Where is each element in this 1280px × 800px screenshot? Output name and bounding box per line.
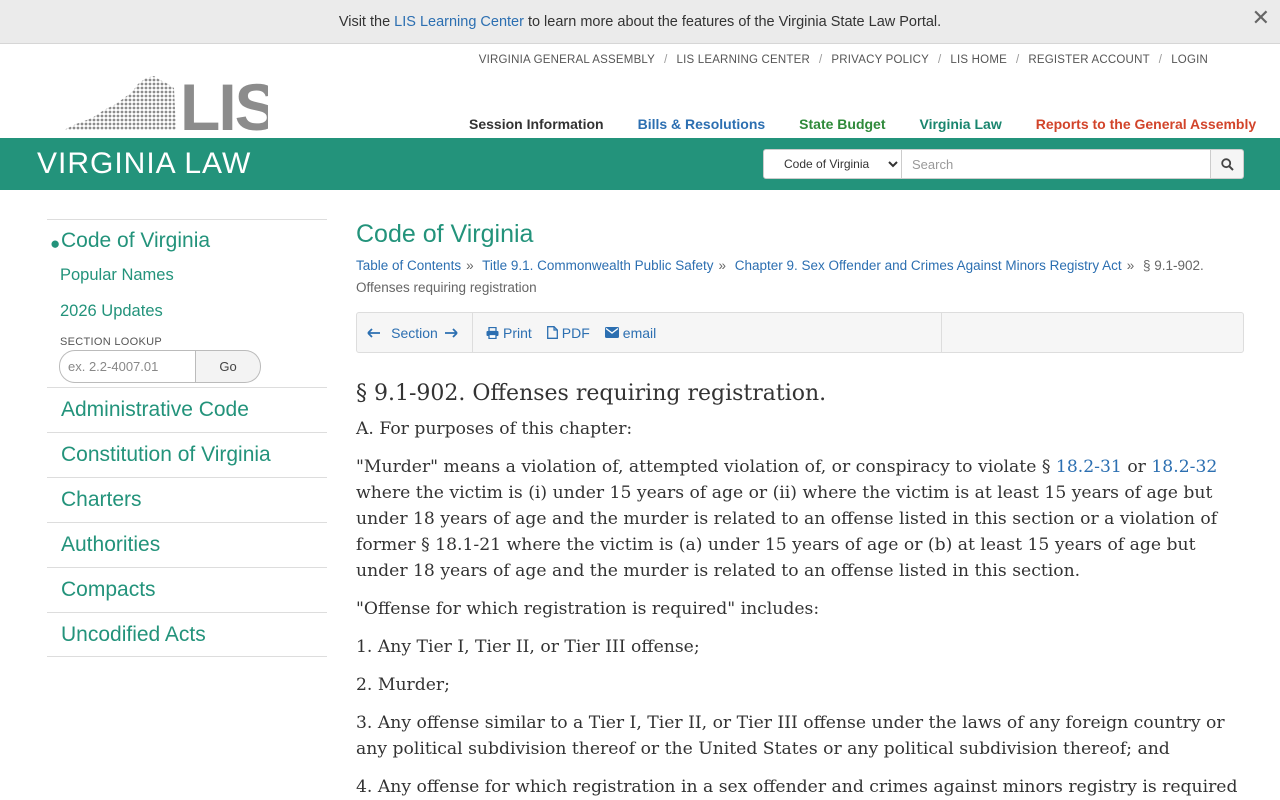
print-icon: [486, 326, 499, 339]
section-title: VIRGINIA LAW: [37, 147, 252, 180]
section-nav-label: Section: [391, 324, 438, 341]
arrow-right-icon[interactable]: [444, 327, 458, 338]
list-item: 4. Any offense for which registration in…: [356, 777, 1238, 797]
sidebar-item-compacts[interactable]: Compacts: [47, 567, 327, 612]
section-lookup-label: SECTION LOOKUP: [60, 336, 162, 348]
sidebar-item-uncodified-acts[interactable]: Uncodified Acts: [47, 612, 327, 657]
section-lookup-input[interactable]: [59, 350, 196, 383]
util-link-learning-center[interactable]: LIS LEARNING CENTER: [676, 54, 810, 66]
nav-virginia-law[interactable]: Virginia Law: [920, 116, 1002, 132]
main-nav: Session Information Bills & Resolutions …: [469, 116, 1256, 132]
print-button[interactable]: Print: [486, 325, 532, 341]
arrow-left-icon[interactable]: [367, 327, 381, 338]
sidebar-sub-updates[interactable]: 2026 Updates: [47, 293, 327, 329]
go-button[interactable]: Go: [196, 350, 261, 383]
envelope-icon: [604, 327, 619, 338]
lis-logo[interactable]: LIS: [64, 70, 279, 144]
breadcrumb-chapter[interactable]: Chapter 9. Sex Offender and Crimes Again…: [735, 258, 1122, 273]
search-form: Code of Virginia: [763, 149, 1244, 179]
utility-nav: VIRGINIA GENERAL ASSEMBLY / LIS LEARNING …: [478, 54, 1208, 66]
active-bullet-icon: ●: [50, 234, 61, 253]
util-link-login[interactable]: LOGIN: [1171, 54, 1208, 66]
nav-bills-resolutions[interactable]: Bills & Resolutions: [638, 116, 766, 132]
code-link-18-2-32[interactable]: 18.2-32: [1151, 457, 1217, 477]
main-content: Code of Virginia Table of Contents» Titl…: [356, 219, 1244, 800]
breadcrumb: Table of Contents» Title 9.1. Commonweal…: [356, 258, 1204, 295]
list-item: 1. Any Tier I, Tier II, or Tier III offe…: [356, 637, 700, 657]
pdf-label: PDF: [561, 324, 590, 341]
virginia-map-logo-icon: LIS: [64, 70, 279, 144]
print-label: Print: [503, 324, 532, 341]
section-toolbar: Section Print PDF email: [356, 312, 1244, 353]
breadcrumb-toc[interactable]: Table of Contents: [356, 258, 461, 273]
nav-session-information[interactable]: Session Information: [469, 116, 604, 132]
law-text: § 9.1-902. Offenses requiring registrati…: [356, 381, 1244, 800]
list-item: 2. Murder;: [356, 675, 450, 695]
search-button[interactable]: [1211, 149, 1244, 179]
sidebar-item-code-of-virginia[interactable]: ● Code of Virginia: [47, 219, 327, 257]
nav-state-budget[interactable]: State Budget: [799, 116, 885, 132]
pdf-button[interactable]: PDF: [546, 324, 590, 341]
sidebar-item-constitution[interactable]: Constitution of Virginia: [47, 432, 327, 477]
util-link-privacy-policy[interactable]: PRIVACY POLICY: [831, 54, 929, 66]
section-lookup: Go: [59, 350, 261, 383]
svg-text:LIS: LIS: [180, 74, 268, 132]
email-button[interactable]: email: [604, 324, 657, 341]
code-link-18-2-31[interactable]: 18.2-31: [1056, 457, 1122, 477]
banner-suffix: to learn more about the features of the …: [527, 13, 942, 30]
util-link-register[interactable]: REGISTER ACCOUNT: [1028, 54, 1149, 66]
breadcrumb-title[interactable]: Title 9.1. Commonwealth Public Safety: [482, 258, 713, 273]
search-icon: [1220, 157, 1234, 171]
sidebar-item-label: Code of Virginia: [61, 229, 211, 252]
nav-reports[interactable]: Reports to the General Assembly: [1036, 116, 1256, 132]
search-input[interactable]: [902, 149, 1211, 179]
learning-center-link[interactable]: LIS Learning Center: [394, 14, 524, 30]
sidebar: ● Code of Virginia Popular Names 2026 Up…: [47, 219, 327, 657]
offense-definition: "Offense for which registration is requi…: [356, 599, 820, 619]
sidebar-item-charters[interactable]: Charters: [47, 477, 327, 522]
search-scope-select[interactable]: Code of Virginia: [763, 149, 902, 179]
list-item: 3. Any offense similar to a Tier I, Tier…: [356, 713, 1225, 759]
email-label: email: [622, 324, 657, 341]
sidebar-item-administrative-code[interactable]: Administrative Code: [47, 387, 327, 432]
close-icon[interactable]: ✕: [1252, 7, 1270, 29]
announcement-banner: Visit the LIS Learning Center to learn m…: [0, 0, 1280, 44]
sidebar-item-authorities[interactable]: Authorities: [47, 522, 327, 567]
sidebar-sub-popular-names[interactable]: Popular Names: [47, 257, 327, 293]
page-title: Code of Virginia: [356, 220, 534, 248]
util-link-general-assembly[interactable]: VIRGINIA GENERAL ASSEMBLY: [479, 54, 655, 66]
murder-definition: "Murder" means a violation of, attempted…: [356, 457, 1218, 581]
util-link-lis-home[interactable]: LIS HOME: [950, 54, 1007, 66]
paragraph-a: A. For purposes of this chapter:: [356, 419, 633, 439]
pdf-file-icon: [546, 326, 558, 339]
banner-prefix: Visit the: [338, 13, 391, 30]
section-heading: § 9.1-902. Offenses requiring registrati…: [356, 381, 827, 406]
section-header-bar: VIRGINIA LAW Code of Virginia: [0, 138, 1280, 190]
share-tools: Print PDF email: [473, 313, 942, 352]
section-nav: Section: [357, 313, 473, 352]
